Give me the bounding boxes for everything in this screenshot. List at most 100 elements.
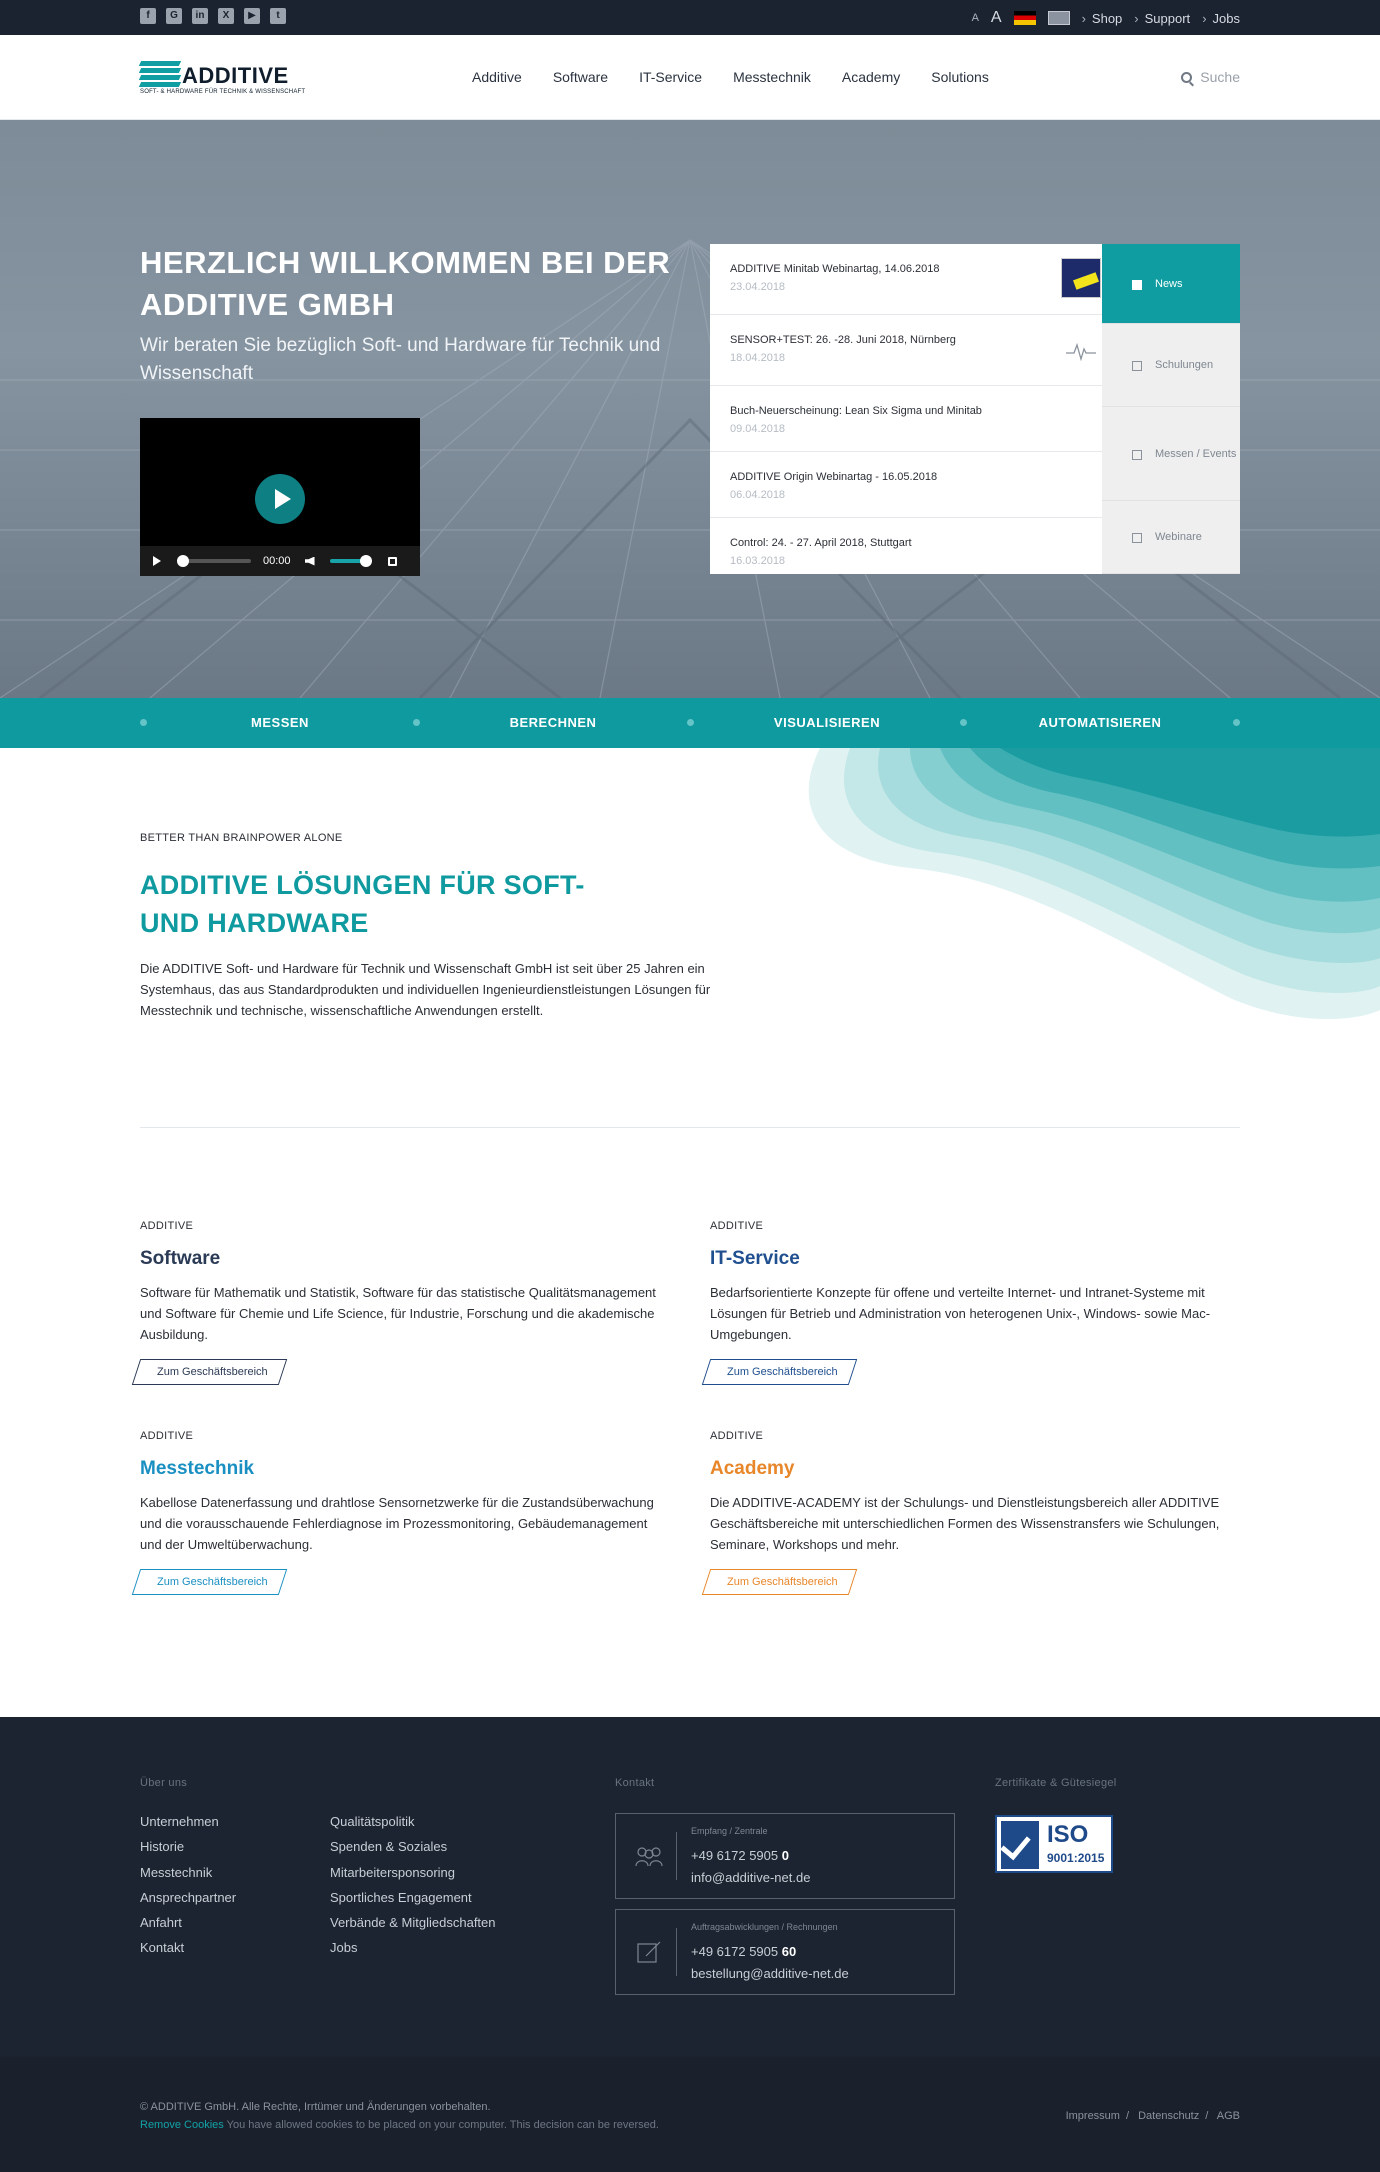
tab-messen-events[interactable]: Messen / Events: [1102, 407, 1240, 501]
checkmark-icon: [1001, 1821, 1039, 1869]
xing-icon[interactable]: X: [218, 8, 234, 24]
news-date: 16.03.2018: [730, 555, 786, 567]
fullscreen-icon[interactable]: [387, 556, 397, 566]
logo-mark-icon: [138, 61, 182, 87]
footer-link[interactable]: Anfahrt: [140, 1910, 236, 1935]
footer-col-2: Qualitätspolitik Spenden & Soziales Mita…: [330, 1809, 496, 1961]
contact-phone[interactable]: +49 6172 5905 0: [691, 1848, 789, 1863]
nav-solutions[interactable]: Solutions: [931, 69, 989, 85]
google-plus-icon[interactable]: G: [166, 8, 182, 24]
nav-messtechnik[interactable]: Messtechnik: [733, 69, 811, 85]
tab-news[interactable]: News: [1102, 244, 1240, 324]
twitter-icon[interactable]: t: [270, 8, 286, 24]
nav-software[interactable]: Software: [553, 69, 608, 85]
it-service-business-button[interactable]: Zum Geschäftsbereich: [701, 1359, 857, 1385]
support-link[interactable]: Support: [1134, 11, 1191, 26]
contact-email[interactable]: info@additive-net.de: [691, 1870, 810, 1885]
font-size-small-button[interactable]: A: [972, 12, 979, 24]
footer-link[interactable]: Qualitätspolitik: [330, 1809, 496, 1834]
band-item-berechnen[interactable]: BERECHNEN: [453, 715, 653, 730]
cookie-notice: Remove Cookies You have allowed cookies …: [140, 2119, 659, 2131]
jobs-link[interactable]: Jobs: [1202, 11, 1240, 26]
contact-label: Empfang / Zentrale: [691, 1826, 768, 1836]
footer-link[interactable]: Kontakt: [140, 1935, 236, 1960]
footer-link[interactable]: Historie: [140, 1834, 236, 1859]
news-title: SENSOR+TEST: 26. -28. Juni 2018, Nürnber…: [730, 334, 956, 346]
logo[interactable]: ADDITIVE SOFT- & HARDWARE FÜR TECHNIK & …: [138, 59, 305, 97]
intro-title: ADDITIVE LÖSUNGEN FÜR SOFT- UND HARDWARE: [140, 870, 585, 938]
business-title: Messtechnik: [140, 1458, 255, 1479]
footer-link[interactable]: Unternehmen: [140, 1809, 236, 1834]
business-card-academy: ADDITIVE Academy Die ADDITIVE-ACADEMY is…: [701, 1430, 1240, 1595]
news-list: ADDITIVE Minitab Webinartag, 14.06.2018 …: [710, 244, 1112, 574]
band-dot: [687, 719, 694, 726]
footer-link[interactable]: Sportliches Engagement: [330, 1885, 496, 1910]
business-text: Bedarfsorientierte Konzepte für offene u…: [710, 1285, 1211, 1342]
control-play-icon[interactable]: [153, 556, 161, 566]
nav-additive[interactable]: Additive: [472, 69, 522, 85]
contact-phone[interactable]: +49 6172 5905 60: [691, 1944, 796, 1959]
footer-link[interactable]: Jobs: [330, 1935, 496, 1960]
iso-title: ISO: [1047, 1821, 1089, 1848]
footer-link[interactable]: Verbände & Mitgliedschaften: [330, 1910, 496, 1935]
business-text: Die ADDITIVE-ACADEMY ist der Schulungs- …: [710, 1495, 1220, 1552]
band-dot: [140, 719, 147, 726]
iso-certificate-badge[interactable]: ISO 9001:2015: [995, 1815, 1113, 1873]
play-icon[interactable]: [255, 474, 305, 524]
copyright: © ADDITIVE GmbH. Alle Rechte, Irrtümer u…: [140, 2101, 491, 2113]
agb-link[interactable]: AGB: [1217, 2110, 1240, 2122]
band-item-messen[interactable]: MESSEN: [180, 715, 380, 730]
contact-label: Auftragsabwicklungen / Rechnungen: [691, 1922, 838, 1932]
volume-slider[interactable]: [329, 555, 372, 567]
messtechnik-business-button[interactable]: Zum Geschäftsbereich: [131, 1569, 287, 1595]
video-progress-slider[interactable]: [177, 555, 251, 567]
shop-link[interactable]: Shop: [1082, 11, 1122, 26]
footer-link[interactable]: Mitarbeitersponsoring: [330, 1860, 496, 1885]
academy-business-button[interactable]: Zum Geschäftsbereich: [701, 1569, 857, 1595]
contact-email[interactable]: bestellung@additive-net.de: [691, 1966, 849, 1981]
footer-link[interactable]: Ansprechpartner: [140, 1885, 236, 1910]
footer-link[interactable]: Messtechnik: [140, 1860, 236, 1885]
keyword-band: MESSEN BERECHNEN VISUALISIEREN AUTOMATIS…: [0, 698, 1380, 748]
volume-icon[interactable]: [304, 556, 315, 566]
hero-subtitle: Wir beraten Sie bezüglich Soft- und Hard…: [140, 335, 661, 384]
impressum-link[interactable]: Impressum: [1066, 2110, 1120, 2122]
news-item[interactable]: Buch-Neuerscheinung: Lean Six Sigma und …: [710, 386, 1112, 452]
main-nav: Additive Software IT-Service Messtechnik…: [472, 69, 989, 85]
news-date: 23.04.2018: [730, 281, 786, 293]
nav-academy[interactable]: Academy: [842, 69, 900, 85]
software-business-button[interactable]: Zum Geschäftsbereich: [131, 1359, 287, 1385]
business-card-messtechnik: ADDITIVE Messtechnik Kabellose Datenerfa…: [131, 1430, 670, 1595]
tab-webinare[interactable]: Webinare: [1102, 501, 1240, 574]
facebook-icon[interactable]: f: [140, 8, 156, 24]
business-eyebrow: ADDITIVE: [710, 1430, 764, 1442]
news-item[interactable]: SENSOR+TEST: 26. -28. Juni 2018, Nürnber…: [710, 315, 1112, 386]
top-bar: f G in X ▶ t A A Shop Support Jobs: [0, 0, 1380, 35]
datenschutz-link[interactable]: Datenschutz: [1138, 2110, 1199, 2122]
flag-uk-icon[interactable]: [1047, 11, 1070, 25]
remove-cookies-link[interactable]: Remove Cookies: [140, 2119, 224, 2131]
news-item[interactable]: ADDITIVE Minitab Webinartag, 14.06.2018 …: [710, 244, 1112, 315]
nav-it-service[interactable]: IT-Service: [639, 69, 702, 85]
business-eyebrow: ADDITIVE: [140, 1430, 194, 1442]
business-title: Software: [140, 1248, 221, 1269]
video-player[interactable]: 00:00: [140, 418, 420, 576]
news-item[interactable]: Control: 24. - 27. April 2018, Stuttgart…: [710, 518, 1112, 574]
band-item-automatisieren[interactable]: AUTOMATISIEREN: [1000, 715, 1200, 730]
search-input[interactable]: Suche: [1181, 69, 1240, 85]
flag-de-icon[interactable]: [1013, 11, 1036, 25]
linkedin-icon[interactable]: in: [192, 8, 208, 24]
youtube-icon[interactable]: ▶: [244, 8, 260, 24]
business-card-software: ADDITIVE Software Software für Mathemati…: [131, 1220, 670, 1385]
social-links: f G in X ▶ t: [140, 8, 286, 24]
band-dot: [1233, 719, 1240, 726]
news-item[interactable]: ADDITIVE Origin Webinartag - 16.05.2018 …: [710, 452, 1112, 518]
top-right: A A Shop Support Jobs: [972, 9, 1240, 27]
contact-card-reception: Empfang / Zentrale +49 6172 5905 0 info@…: [615, 1813, 955, 1899]
band-item-visualisieren[interactable]: VISUALISIEREN: [727, 715, 927, 730]
font-size-large-button[interactable]: A: [991, 9, 1002, 27]
tab-schulungen[interactable]: Schulungen: [1102, 324, 1240, 407]
edit-icon: [637, 1941, 661, 1963]
footer-link[interactable]: Spenden & Soziales: [330, 1834, 496, 1859]
people-icon: [635, 1847, 663, 1867]
